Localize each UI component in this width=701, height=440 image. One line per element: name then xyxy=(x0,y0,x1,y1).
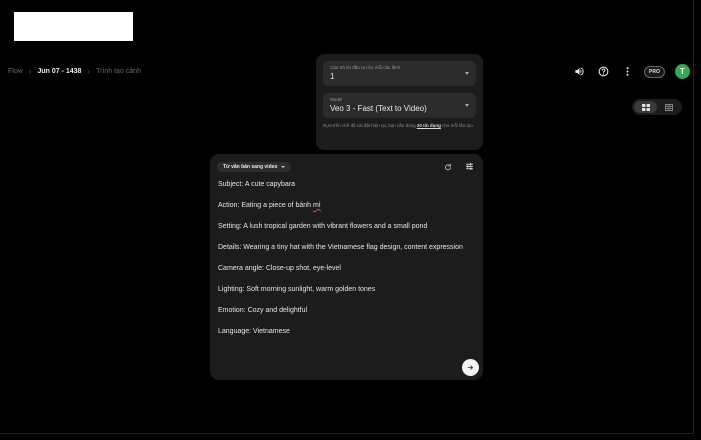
prompt-line: Language: Vietnamese xyxy=(218,328,290,335)
list-view-button[interactable] xyxy=(657,101,680,113)
breadcrumb-root[interactable]: Flow xyxy=(8,68,23,75)
refresh-icon[interactable] xyxy=(444,158,452,176)
help-circle-icon[interactable] xyxy=(596,65,610,79)
prompt-line: Camera angle: Close-up shot, eye-level xyxy=(218,265,341,272)
chevron-down-icon xyxy=(281,166,286,168)
prompt-textarea[interactable]: Subject: A cute capybara Action: Eating … xyxy=(217,179,476,337)
chevron-down-icon xyxy=(465,104,469,107)
plan-badge: PRO xyxy=(644,65,665,78)
mode-select[interactable]: Từ văn bản sang video xyxy=(217,162,292,172)
mode-label: Từ văn bản sang video xyxy=(223,164,278,170)
credits-note: Dựa trên chế độ cài đặt hiện tại, bạn cầ… xyxy=(323,123,476,130)
app-frame: Flow › Jun 07 - 1438 › Trình tạo cảnh Câ… xyxy=(0,0,694,434)
list-view-icon xyxy=(664,103,673,111)
grid-view-icon xyxy=(641,103,650,111)
prompt-line: Action: Eating a piece of bánh mì xyxy=(218,200,476,211)
view-toggle xyxy=(632,99,682,115)
prompt-line: Setting: A lush tropical garden with vib… xyxy=(218,223,428,230)
breadcrumb-section: Trình tạo cảnh xyxy=(96,68,141,75)
outputs-value: 1 xyxy=(330,72,335,81)
grid-view-button[interactable] xyxy=(634,101,657,113)
model-select[interactable]: Model Veo 3 - Fast (Text to Video) xyxy=(323,93,476,118)
chevron-right-icon: › xyxy=(87,67,91,76)
misspelled-word[interactable]: mì xyxy=(313,202,321,209)
breadcrumb: Flow › Jun 07 - 1438 › Trình tạo cảnh xyxy=(8,67,141,76)
send-button[interactable] xyxy=(462,359,479,376)
redacted-logo xyxy=(14,12,133,41)
outputs-per-prompt-select[interactable]: Câu trả lời đầu ra cho mỗi câu lệnh 1 xyxy=(323,61,476,86)
composer-header: Từ văn bản sang video xyxy=(217,160,476,174)
prompt-line: Subject: A cute capybara xyxy=(218,181,296,188)
breadcrumb-project[interactable]: Jun 07 - 1438 xyxy=(37,68,81,75)
prompt-composer: Từ văn bản sang video Subject: A cute ca… xyxy=(210,154,483,380)
top-toolbar: PRO T xyxy=(572,64,690,79)
prompt-line: Emotion: Cozy and delightful xyxy=(218,307,308,314)
speaker-icon[interactable] xyxy=(572,65,586,79)
model-value: Veo 3 - Fast (Text to Video) xyxy=(330,104,427,113)
prompt-line-text: Action: Eating a piece of bánh xyxy=(218,202,313,209)
more-vert-icon[interactable] xyxy=(620,65,634,79)
arrow-right-icon xyxy=(467,365,473,370)
credits-suffix: cho mỗi lần tạo. xyxy=(442,123,474,128)
tune-icon[interactable] xyxy=(465,158,474,176)
chevron-down-icon xyxy=(465,72,469,75)
chevron-right-icon: › xyxy=(28,67,32,76)
generation-settings-panel: Câu trả lời đầu ra cho mỗi câu lệnh 1 Mo… xyxy=(316,54,483,150)
prompt-line: Lighting: Soft morning sunlight, warm go… xyxy=(218,286,376,293)
prompt-line: Details: Wearing a tiny hat with the Vie… xyxy=(218,244,463,251)
credits-prefix: Dựa trên chế độ cài đặt hiện tại, bạn cầ… xyxy=(323,123,416,128)
credits-amount-link[interactable]: 20 tín dụng xyxy=(417,123,441,128)
composer-actions xyxy=(444,158,474,176)
avatar[interactable]: T xyxy=(674,64,690,79)
